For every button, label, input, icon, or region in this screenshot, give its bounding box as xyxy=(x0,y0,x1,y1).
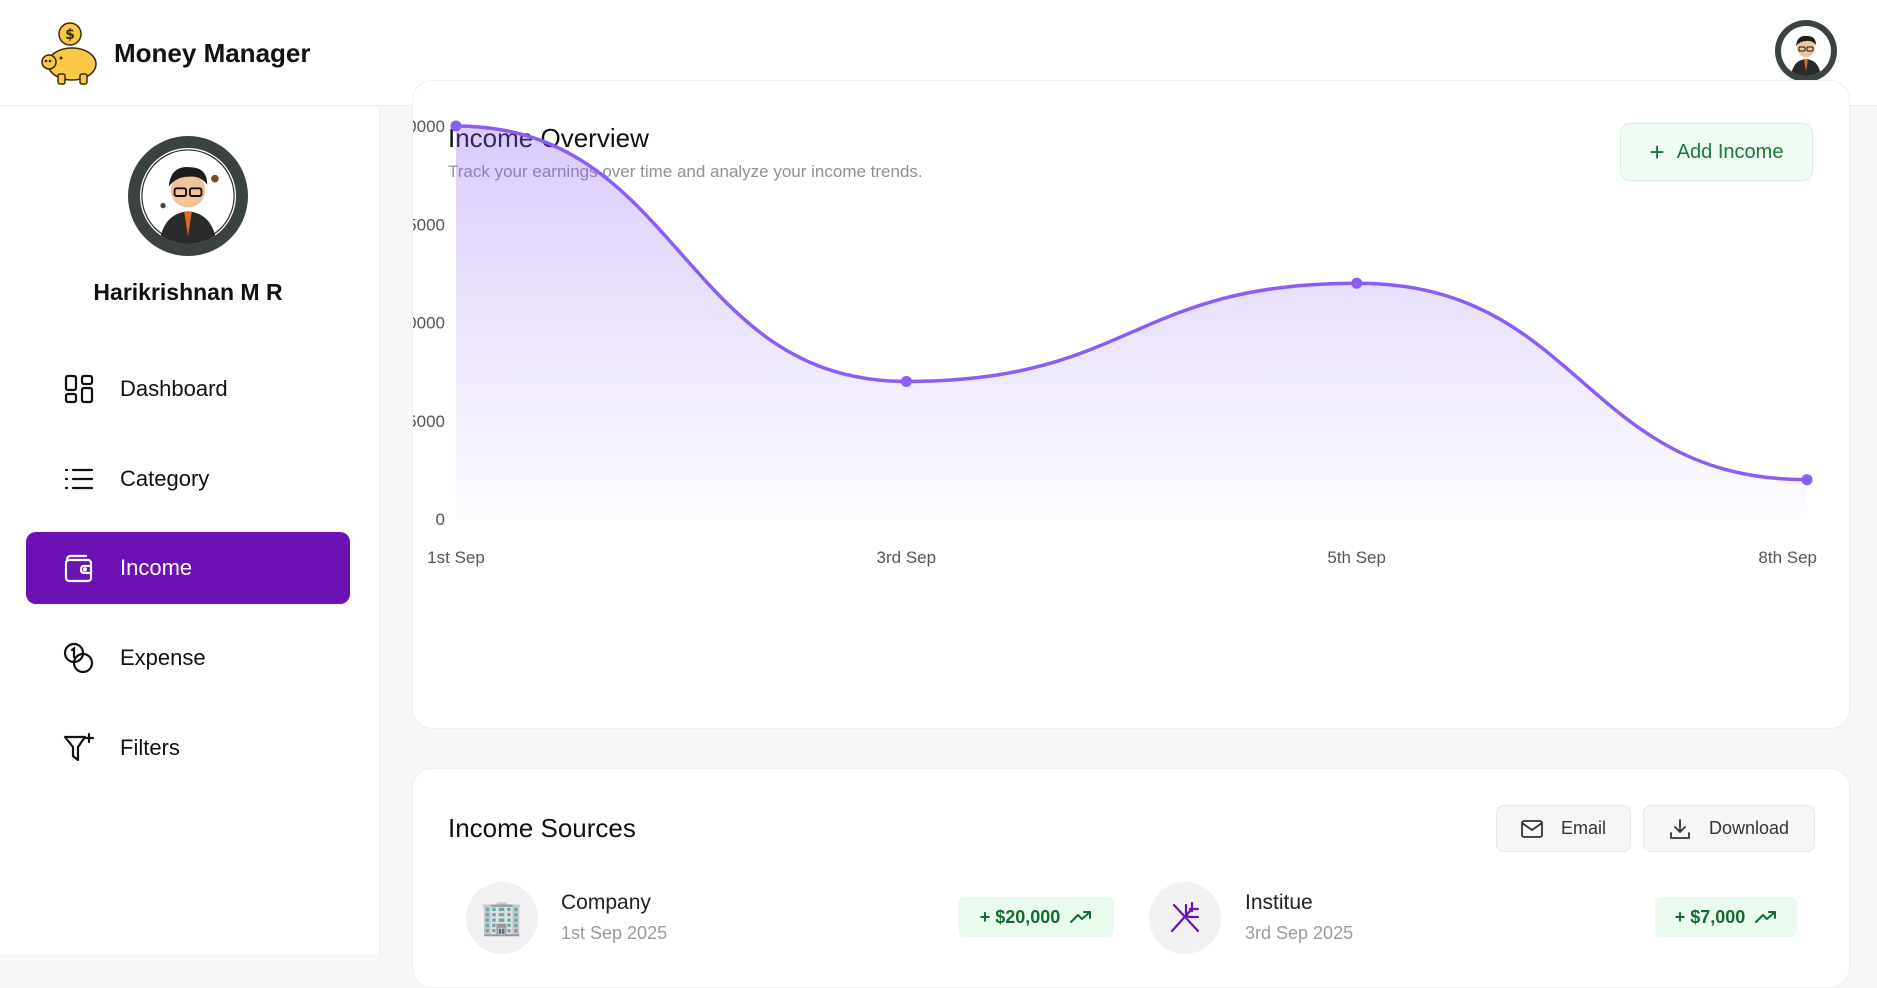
profile-avatar[interactable] xyxy=(128,136,248,256)
sidebar-item-income[interactable]: Income xyxy=(26,532,350,604)
coins-icon xyxy=(62,641,96,675)
source-amount-badge: + $20,000 xyxy=(958,897,1114,937)
y-tick-label: 10000 xyxy=(413,314,445,333)
mail-icon xyxy=(1521,819,1543,838)
data-point[interactable] xyxy=(1351,277,1363,289)
sidebar-item-label: Filters xyxy=(120,735,180,760)
download-button[interactable]: Download xyxy=(1643,805,1815,852)
sidebar-item-label: Income xyxy=(120,555,193,580)
income-area-fill xyxy=(456,126,1807,519)
trending-up-icon xyxy=(1070,911,1092,923)
building-icon: 🏢 xyxy=(466,882,538,954)
sidebar-item-expense[interactable]: Expense xyxy=(26,622,350,694)
x-tick-label: 3rd Sep xyxy=(877,548,937,567)
wallet-icon xyxy=(62,551,96,585)
y-tick-label: 15000 xyxy=(413,215,445,234)
y-tick-label: 0 xyxy=(436,510,445,529)
download-label: Download xyxy=(1708,818,1790,838)
trending-up-icon xyxy=(1755,911,1777,923)
filter-plus-icon xyxy=(62,731,96,765)
svg-text:$: $ xyxy=(65,27,75,43)
app-name: Money Manager xyxy=(114,37,311,68)
data-point[interactable] xyxy=(900,375,912,387)
y-tick-label: 5000 xyxy=(413,412,445,431)
income-overview-card: Income Overview Track your earnings over… xyxy=(412,80,1850,729)
source-date: 3rd Sep 2025 xyxy=(1245,923,1354,943)
sidebar-item-dashboard[interactable]: Dashboard xyxy=(26,353,350,425)
source-name: Institue xyxy=(1245,891,1313,914)
piggy-bank-logo-icon: $ xyxy=(41,22,97,85)
sidebar-item-filters[interactable]: Filters xyxy=(26,712,350,784)
sidebar: Harikrishnan M R Dashboard Category Inco… xyxy=(0,107,380,954)
fork-knife-icon xyxy=(1149,882,1221,954)
list-icon xyxy=(62,462,96,496)
avatar-illustration-icon xyxy=(141,149,235,244)
data-point[interactable] xyxy=(450,120,462,132)
user-avatar[interactable] xyxy=(1775,20,1837,82)
sources-title: Income Sources xyxy=(448,813,636,843)
amount-value: + $20,000 xyxy=(979,906,1061,927)
source-date: 1st Sep 2025 xyxy=(561,923,668,943)
download-icon xyxy=(1670,818,1690,839)
x-tick-label: 1st Sep xyxy=(427,548,485,567)
source-amount-badge: + $7,000 xyxy=(1655,897,1797,937)
sidebar-item-label: Dashboard xyxy=(120,376,228,401)
amount-value: + $7,000 xyxy=(1674,906,1746,927)
email-label: Email xyxy=(1560,818,1606,838)
avatar-illustration-icon xyxy=(1782,27,1830,76)
source-name: Company xyxy=(561,891,651,914)
income-sources-card: Income Sources Email Download 🏢 Company … xyxy=(412,768,1850,988)
sidebar-item-label: Expense xyxy=(120,645,206,670)
profile-name: Harikrishnan M R xyxy=(93,279,283,305)
sidebar-item-category[interactable]: Category xyxy=(26,443,350,515)
sidebar-item-label: Category xyxy=(120,466,210,491)
dashboard-icon xyxy=(62,372,96,406)
brand[interactable]: $ Money Manager xyxy=(36,20,311,86)
email-button[interactable]: Email xyxy=(1496,805,1631,852)
x-tick-label: 8th Sep xyxy=(1758,548,1817,567)
x-tick-label: 5th Sep xyxy=(1327,548,1386,567)
data-point[interactable] xyxy=(1801,474,1813,486)
y-tick-label: 20000 xyxy=(413,117,445,136)
income-chart: 1st Sep 3rd Sep 5th Sep 8th Sep 0 5000 10000 15… xyxy=(413,117,1817,567)
